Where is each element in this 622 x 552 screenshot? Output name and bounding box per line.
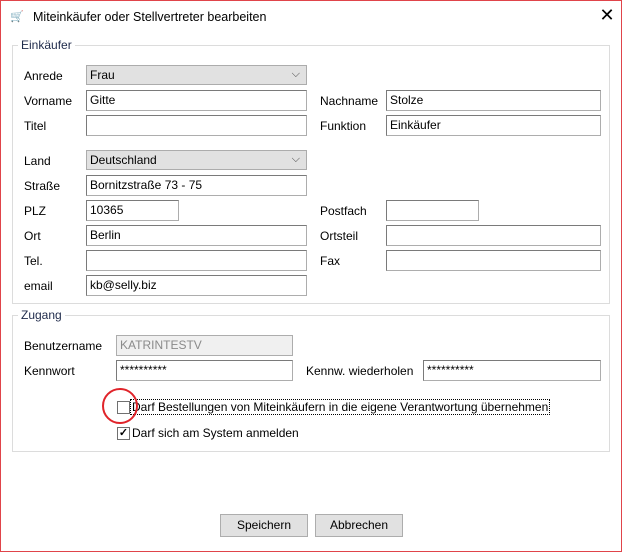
ortsteil-input[interactable] <box>386 225 601 246</box>
anmelden-checkbox[interactable]: ✓ <box>117 427 130 440</box>
fax-input[interactable] <box>386 250 601 271</box>
postfach-label: Postfach <box>320 204 367 218</box>
fax-label: Fax <box>320 254 341 268</box>
vorname-input[interactable]: Gitte <box>86 90 307 111</box>
kennwort2-input[interactable]: ********** <box>423 360 601 381</box>
benutzername-input: KATRINTESTV <box>116 335 293 356</box>
titel-label: Titel <box>24 119 47 133</box>
anrede-select[interactable]: Frau ⌵ <box>86 65 307 85</box>
funktion-input[interactable]: Einkäufer <box>386 115 601 136</box>
anmelden-checkbox-label[interactable]: Darf sich am System anmelden <box>132 426 299 440</box>
email-input[interactable]: kb@selly.biz <box>86 275 307 296</box>
vorname-label: Vorname <box>24 94 73 108</box>
email-label: email <box>24 279 53 293</box>
nachname-label: Nachname <box>320 94 379 108</box>
land-value: Deutschland <box>90 153 157 167</box>
anrede-value: Frau <box>90 68 115 82</box>
highlight-circle <box>102 388 138 424</box>
land-label: Land <box>24 154 51 168</box>
cancel-button[interactable]: Abbrechen <box>315 514 403 537</box>
plz-input[interactable]: 10365 <box>86 200 179 221</box>
benutzername-label: Benutzername <box>24 339 103 353</box>
anrede-label: Anrede <box>24 69 63 83</box>
plz-label: PLZ <box>24 204 47 218</box>
funktion-label: Funktion <box>320 119 367 133</box>
zugang-legend: Zugang <box>21 308 62 322</box>
dialog-window: 🛒 Miteinkäufer oder Stellvertreter bearb… <box>0 0 622 552</box>
nachname-input[interactable]: Stolze <box>386 90 601 111</box>
chevron-down-icon: ⌵ <box>291 153 300 165</box>
postfach-input[interactable] <box>386 200 479 221</box>
einkaeufer-legend: Einkäufer <box>21 38 72 52</box>
ortsteil-label: Ortsteil <box>320 229 359 243</box>
ort-label: Ort <box>24 229 41 243</box>
titel-input[interactable] <box>86 115 307 136</box>
ort-input[interactable]: Berlin <box>86 225 307 246</box>
kennwort-input[interactable]: ********** <box>116 360 293 381</box>
land-select[interactable]: Deutschland ⌵ <box>86 150 307 170</box>
strasse-input[interactable]: Bornitzstraße 73 - 75 <box>86 175 307 196</box>
kennwort2-label: Kennw. wiederholen <box>306 364 414 378</box>
cart-icon: 🛒 <box>10 11 24 23</box>
chevron-down-icon: ⌵ <box>291 68 300 80</box>
save-button[interactable]: Speichern <box>220 514 308 537</box>
strasse-label: Straße <box>24 179 61 193</box>
window-title: Miteinkäufer oder Stellvertreter bearbei… <box>33 10 267 24</box>
tel-input[interactable] <box>86 250 307 271</box>
close-button[interactable]: ✕ <box>597 5 617 26</box>
kennwort-label: Kennwort <box>24 364 75 378</box>
bestellungen-checkbox-label[interactable]: Darf Bestellungen von Miteinkäufern in d… <box>129 399 551 415</box>
tel-label: Tel. <box>24 254 43 268</box>
